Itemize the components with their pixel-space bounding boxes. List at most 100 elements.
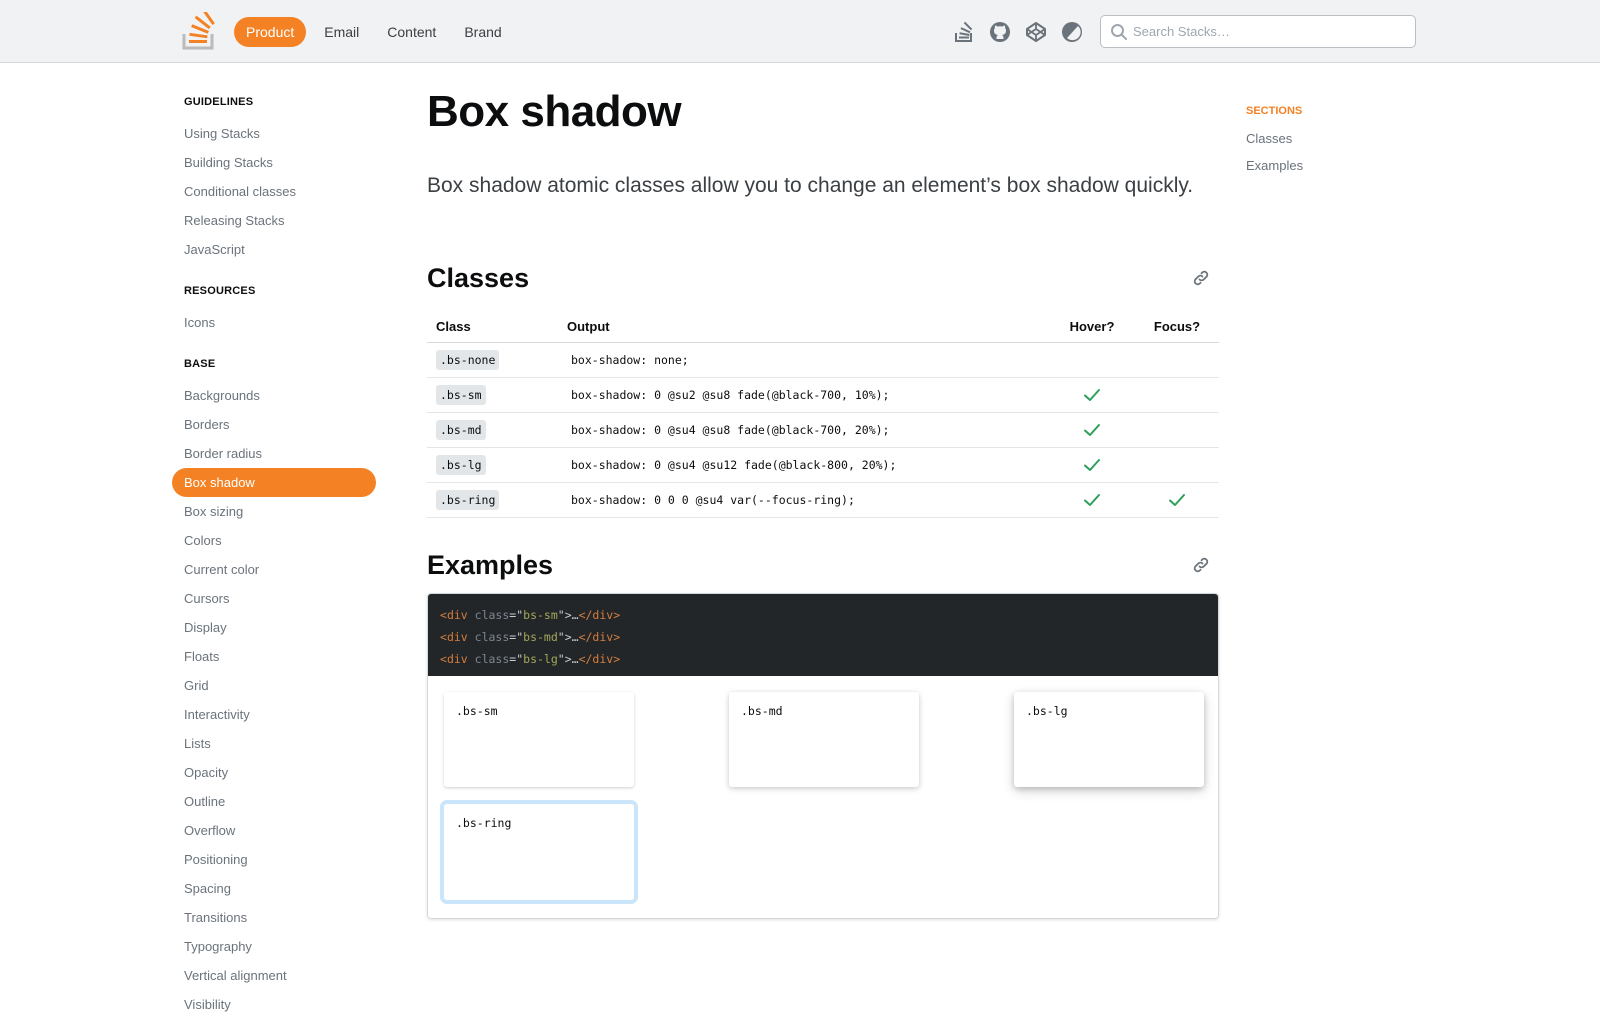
- code-attr: class: [474, 607, 510, 622]
- link-icon[interactable]: [1191, 555, 1211, 575]
- output-code: box-shadow: 0 0 0 @su4 var(--focus-ring)…: [571, 492, 855, 507]
- sidebar-item-positioning[interactable]: Positioning: [172, 845, 376, 874]
- focus-cell: [1135, 342, 1219, 378]
- class-cell: .bs-lg: [427, 447, 558, 483]
- sidebar-item-overflow[interactable]: Overflow: [172, 816, 376, 845]
- code-equals: =": [509, 651, 524, 666]
- sidebar-item-colors[interactable]: Colors: [172, 526, 376, 555]
- code-close-end: >: [613, 629, 621, 644]
- sidebar-item-vertical-alignment[interactable]: Vertical alignment: [172, 961, 376, 990]
- sidebar-item-outline[interactable]: Outline: [172, 787, 376, 816]
- sidebar-item-lists[interactable]: Lists: [172, 729, 376, 758]
- output-code: box-shadow: 0 @su4 @su8 fade(@black-700,…: [571, 422, 890, 437]
- output-cell: box-shadow: none;: [558, 342, 1049, 378]
- code-close-end: >: [613, 651, 621, 666]
- sidebar-item-javascript[interactable]: JavaScript: [172, 235, 376, 264]
- code-close-tag: div: [592, 651, 614, 666]
- sidebar-item-box-sizing[interactable]: Box sizing: [172, 497, 376, 526]
- main-content: Box shadow Box shadow atomic classes all…: [427, 82, 1219, 919]
- nav-brand[interactable]: Brand: [450, 17, 515, 47]
- codepen-icon[interactable]: [1024, 20, 1048, 44]
- toc-item-examples[interactable]: Examples: [1246, 152, 1386, 179]
- nav-content[interactable]: Content: [373, 17, 450, 47]
- sidebar-item-releasing-stacks[interactable]: Releasing Stacks: [172, 206, 376, 235]
- code-attr: class: [474, 651, 510, 666]
- sidebar-heading: RESOURCES: [184, 285, 256, 297]
- sidebar-item-interactivity[interactable]: Interactivity: [172, 700, 376, 729]
- code-close-start: </: [578, 607, 593, 622]
- check-icon: [1084, 423, 1100, 436]
- sidebar-group-guidelines: GUIDELINES Using Stacks Building Stacks …: [172, 92, 376, 264]
- sidebar-item-conditional-classes[interactable]: Conditional classes: [172, 177, 376, 206]
- code-line: <div class="bs-md">…</div>: [440, 626, 1206, 648]
- demo-bs-ring: .bs-ring: [444, 803, 634, 900]
- code-close-start: </: [578, 629, 593, 644]
- sidebar-item-transitions[interactable]: Transitions: [172, 903, 376, 932]
- output-code: box-shadow: 0 @su4 @su12 fade(@black-800…: [571, 457, 897, 472]
- theme-toggle-icon[interactable]: [1060, 20, 1084, 44]
- page-lead: Box shadow atomic classes allow you to c…: [427, 174, 1194, 197]
- table-row: .bs-sm box-shadow: 0 @su2 @su8 fade(@blac…: [427, 377, 1219, 413]
- sections-toc: SECTIONS Classes Examples: [1246, 101, 1386, 179]
- code-open-bracket: <: [440, 651, 447, 666]
- nav-product[interactable]: Product: [234, 17, 307, 47]
- sidebar-item-borders[interactable]: Borders: [172, 410, 376, 439]
- focus-cell: [1135, 412, 1219, 448]
- top-icons: [952, 20, 1096, 44]
- sidebar-item-typography[interactable]: Typography: [172, 932, 376, 961]
- nav-email[interactable]: Email: [310, 17, 373, 47]
- class-cell: .bs-md: [427, 412, 558, 448]
- stack-overflow-icon[interactable]: [952, 20, 976, 44]
- output-code: box-shadow: 0 @su2 @su8 fade(@black-700,…: [571, 387, 890, 402]
- sidebar-item-grid[interactable]: Grid: [172, 671, 376, 700]
- code-close-tag: div: [592, 607, 614, 622]
- code-block: <div class="bs-sm">…</div> <div class="bs…: [428, 593, 1218, 676]
- class-cell: .bs-ring: [427, 482, 558, 518]
- classes-table-body: .bs-none box-shadow: none; .bs-sm box-shado…: [427, 342, 1219, 518]
- stacks-logo-icon[interactable]: [182, 12, 216, 50]
- github-icon[interactable]: [988, 20, 1012, 44]
- focus-cell: [1135, 482, 1219, 518]
- code-tag: div: [446, 629, 468, 644]
- example-box: <div class="bs-sm">…</div> <div class="bs…: [427, 592, 1219, 919]
- code-quote: ">: [557, 629, 572, 644]
- table-row: .bs-md box-shadow: 0 @su4 @su8 fade(@blac…: [427, 412, 1219, 448]
- sidebar-item-building-stacks[interactable]: Building Stacks: [172, 148, 376, 177]
- sidebar-item-opacity[interactable]: Opacity: [172, 758, 376, 787]
- sidebar-group-base: BASE Backgrounds Borders Border radius B…: [172, 354, 376, 1019]
- check-icon: [1084, 458, 1100, 471]
- top-nav: Product Email Content Brand: [234, 17, 516, 47]
- sidebar-group-resources: RESOURCES Icons: [172, 281, 376, 337]
- sidebar-item-icons[interactable]: Icons: [172, 308, 376, 337]
- sidebar-item-visibility[interactable]: Visibility: [172, 990, 376, 1019]
- code-line: <div class="bs-sm">…</div>: [440, 604, 1206, 626]
- class-cell: .bs-none: [427, 342, 558, 378]
- sidebar-item-backgrounds[interactable]: Backgrounds: [172, 381, 376, 410]
- class-name: .bs-ring: [436, 489, 500, 510]
- sidebar-item-current-color[interactable]: Current color: [172, 555, 376, 584]
- search-icon: [1111, 24, 1127, 40]
- sidebar-item-floats[interactable]: Floats: [172, 642, 376, 671]
- sidebar-heading: BASE: [184, 358, 216, 370]
- output-cell: box-shadow: 0 @su4 @su12 fade(@black-800…: [558, 447, 1049, 483]
- toc-item-classes[interactable]: Classes: [1246, 125, 1386, 152]
- code-content: …: [571, 607, 579, 622]
- sidebar-item-spacing[interactable]: Spacing: [172, 874, 376, 903]
- code-quote: ">: [557, 607, 572, 622]
- table-row: .bs-lg box-shadow: 0 @su4 @su12 fade(@bla…: [427, 447, 1219, 483]
- check-icon: [1084, 388, 1100, 401]
- classes-table: Class Output Hover? Focus? .bs-none box-s…: [427, 312, 1219, 518]
- table-row: .bs-none box-shadow: none;: [427, 342, 1219, 378]
- sidebar-item-display[interactable]: Display: [172, 613, 376, 642]
- top-bar: Product Email Content Brand: [0, 0, 1600, 63]
- sidebar-item-border-radius[interactable]: Border radius: [172, 439, 376, 468]
- link-icon[interactable]: [1191, 268, 1211, 288]
- search-input[interactable]: [1133, 16, 1408, 47]
- demo-bs-sm: .bs-sm: [444, 691, 634, 787]
- table-row: .bs-ring box-shadow: 0 0 0 @su4 var(--foc…: [427, 482, 1219, 518]
- sidebar-item-box-shadow[interactable]: Box shadow: [172, 468, 376, 497]
- sidebar-item-using-stacks[interactable]: Using Stacks: [172, 119, 376, 148]
- sidebar-item-cursors[interactable]: Cursors: [172, 584, 376, 613]
